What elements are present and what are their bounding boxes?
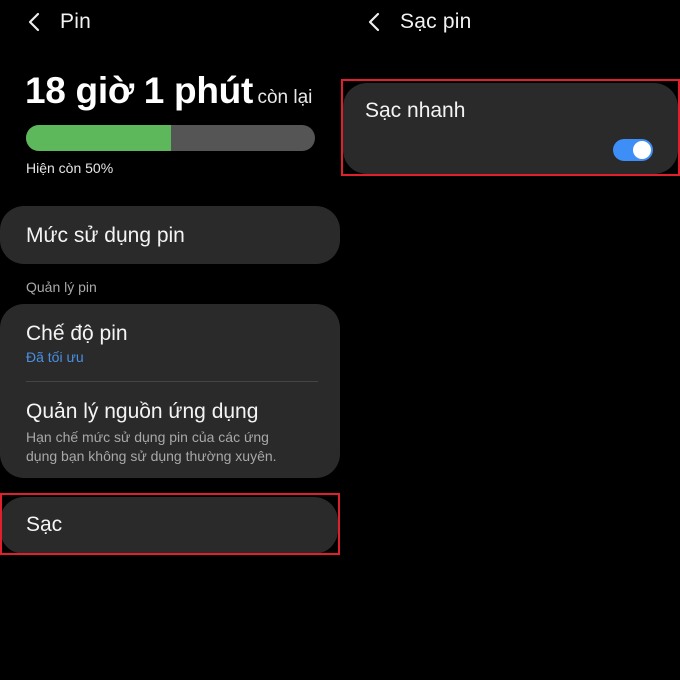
app-power-subtitle-line1: Hạn chế mức sử dụng pin của các ứng <box>26 429 269 445</box>
battery-mode-item[interactable]: Chế độ pin Đã tối ưu <box>0 304 340 382</box>
chevron-left-icon <box>368 12 380 32</box>
battery-level-bar <box>26 125 315 151</box>
section-label-battery-management: Quản lý pin <box>26 279 97 295</box>
highlight-box-charging <box>0 493 340 555</box>
chevron-left-icon <box>28 12 40 32</box>
page-title-pin: Pin <box>60 10 91 33</box>
page-title-charging: Sạc pin <box>400 10 472 33</box>
battery-usage-label: Mức sử dụng pin <box>26 224 185 247</box>
battery-management-card: Chế độ pin Đã tối ưu Quản lý nguồn ứng d… <box>0 304 340 478</box>
battery-time: 18 giờ 1 phút <box>25 70 253 111</box>
back-button-charging[interactable] <box>362 9 386 35</box>
battery-mode-title: Chế độ pin <box>26 322 128 345</box>
battery-percent-text: Hiện còn 50% <box>26 160 114 176</box>
app-power-subtitle-line2: dụng bạn không sử dụng thường xuyên. <box>26 448 277 464</box>
battery-time-remaining: 18 giờ 1 phút còn lại <box>25 70 312 112</box>
highlight-box-fast-charging <box>341 79 680 176</box>
app-power-management-title: Quản lý nguồn ứng dụng <box>26 400 259 423</box>
app-power-management-item[interactable]: Quản lý nguồn ứng dụng Hạn chế mức sử dụ… <box>0 382 340 478</box>
battery-usage-item[interactable]: Mức sử dụng pin <box>0 206 340 264</box>
battery-level-fill <box>26 125 171 151</box>
battery-mode-status: Đã tối ưu <box>26 349 84 365</box>
app-power-management-subtitle: Hạn chế mức sử dụng pin của các ứng dụng… <box>26 428 277 466</box>
battery-time-suffix: còn lại <box>257 87 313 108</box>
back-button-pin[interactable] <box>22 9 46 35</box>
